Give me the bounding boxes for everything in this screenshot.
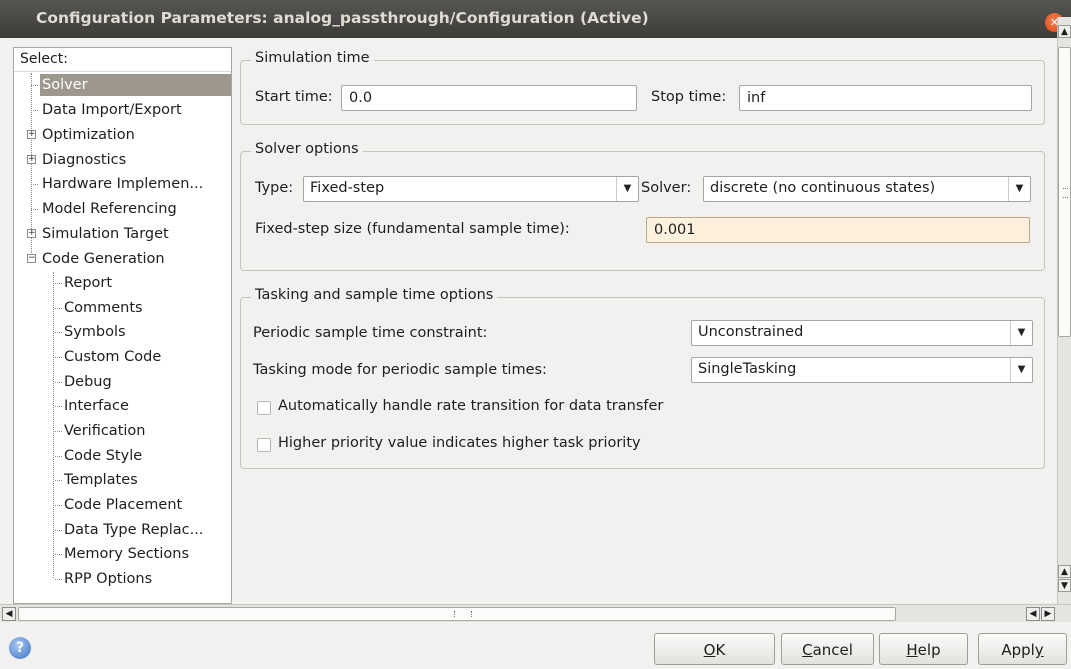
- periodic-constraint-combo[interactable]: Unconstrained ▼: [691, 320, 1033, 346]
- dialog-buttons: ? OK Cancel Help Apply: [0, 622, 1071, 669]
- collapse-icon[interactable]: −: [27, 254, 36, 263]
- solver-value: discrete (no continuous states): [710, 180, 936, 196]
- tree-item-memory-sections[interactable]: Memory Sections: [55, 543, 189, 565]
- vertical-scrollbar[interactable]: ▲ ▲ ▼: [1057, 17, 1071, 604]
- tasking-mode-label: Tasking mode for periodic sample times:: [253, 362, 547, 378]
- group-title: Tasking and sample time options: [251, 287, 498, 303]
- fixed-step-size-label: Fixed-step size (fundamental sample time…: [255, 221, 570, 237]
- scroll-left-icon[interactable]: ◀: [2, 607, 16, 621]
- ok-button[interactable]: OK: [654, 633, 775, 665]
- auto-rate-transition-label: Automatically handle rate transition for…: [278, 398, 664, 414]
- scroll-left-icon[interactable]: ◀: [1026, 607, 1040, 621]
- tree-item-data-type-replacement[interactable]: Data Type Replac...: [55, 519, 203, 541]
- tree-item-debug[interactable]: Debug: [55, 371, 112, 393]
- tree-item-diagnostics[interactable]: Diagnostics: [40, 149, 126, 171]
- type-value: Fixed-step: [310, 180, 385, 196]
- scrollbar-thumb[interactable]: [18, 607, 896, 621]
- tree-item-code-style[interactable]: Code Style: [55, 445, 142, 467]
- scrollbar-thumb[interactable]: [1058, 47, 1071, 337]
- chevron-down-icon: ▼: [616, 177, 638, 201]
- scroll-down-icon[interactable]: ▼: [1058, 579, 1071, 592]
- tree-header: Select:: [14, 48, 231, 72]
- tree-guide-line: [53, 272, 54, 578]
- tree-item-custom-code[interactable]: Custom Code: [55, 346, 161, 368]
- auto-rate-transition-checkbox[interactable]: [257, 401, 271, 415]
- tree-item-optimization[interactable]: Optimization: [40, 124, 135, 146]
- tasking-mode-combo[interactable]: SingleTasking ▼: [691, 357, 1033, 383]
- expand-icon[interactable]: +: [27, 130, 36, 139]
- tree-item-data-import-export[interactable]: Data Import/Export: [31, 99, 182, 121]
- periodic-constraint-label: Periodic sample time constraint:: [253, 325, 488, 341]
- solver-label: Solver:: [641, 180, 692, 196]
- tree-item-templates[interactable]: Templates: [55, 469, 138, 491]
- higher-priority-checkbox[interactable]: [257, 438, 271, 452]
- type-label: Type:: [255, 180, 294, 196]
- solver-combo[interactable]: discrete (no continuous states) ▼: [703, 176, 1031, 202]
- scroll-right-icon[interactable]: ▶: [1041, 607, 1055, 621]
- tasking-options-group: Tasking and sample time options Periodic…: [240, 287, 1045, 469]
- stop-time-input[interactable]: inf: [739, 85, 1032, 111]
- category-tree: Select: Solver Data Import/Export + Opti…: [13, 47, 232, 604]
- tree-item-code-generation[interactable]: Code Generation: [40, 248, 165, 270]
- cancel-button[interactable]: Cancel: [781, 633, 874, 665]
- horizontal-scrollbar[interactable]: ◀ ◀ ▶: [0, 604, 1071, 622]
- tasking-mode-value: SingleTasking: [698, 361, 797, 377]
- tree-item-comments[interactable]: Comments: [55, 297, 143, 319]
- chevron-down-icon: ▼: [1010, 321, 1032, 345]
- scroll-up-icon[interactable]: ▲: [1058, 25, 1071, 38]
- tree-item-interface[interactable]: Interface: [55, 395, 129, 417]
- start-time-label: Start time:: [255, 89, 333, 105]
- help-button[interactable]: Help: [879, 633, 968, 665]
- tree-item-rpp-options[interactable]: RPP Options: [55, 568, 152, 590]
- apply-button[interactable]: Apply: [978, 633, 1067, 665]
- chevron-down-icon: ▼: [1008, 177, 1030, 201]
- expand-icon[interactable]: +: [27, 229, 36, 238]
- tree-item-code-placement[interactable]: Code Placement: [55, 494, 182, 516]
- solver-options-group: Solver options Type: Fixed-step ▼ Solver…: [240, 141, 1045, 271]
- help-icon[interactable]: ?: [9, 637, 31, 659]
- tree-item-solver[interactable]: Solver: [31, 74, 231, 96]
- stop-time-label: Stop time:: [651, 89, 727, 105]
- tree-item-model-referencing[interactable]: Model Referencing: [31, 198, 177, 220]
- window-title: Configuration Parameters: analog_passthr…: [36, 9, 649, 27]
- settings-panel: Simulation time Start time: 0.0 Stop tim…: [232, 47, 1057, 604]
- simulation-time-group: Simulation time Start time: 0.0 Stop tim…: [240, 50, 1045, 125]
- title-bar: Configuration Parameters: analog_passthr…: [0, 0, 1071, 38]
- chevron-down-icon: ▼: [1010, 358, 1032, 382]
- tree-item-symbols[interactable]: Symbols: [55, 321, 126, 343]
- group-title: Simulation time: [251, 50, 374, 66]
- periodic-constraint-value: Unconstrained: [698, 324, 804, 340]
- scroll-up-icon[interactable]: ▲: [1058, 565, 1071, 578]
- fixed-step-size-input[interactable]: 0.001: [646, 217, 1030, 243]
- start-time-input[interactable]: 0.0: [341, 85, 637, 111]
- type-combo[interactable]: Fixed-step ▼: [303, 176, 639, 202]
- tree-item-verification[interactable]: Verification: [55, 420, 145, 442]
- expand-icon[interactable]: +: [27, 155, 36, 164]
- tree-item-simulation-target[interactable]: Simulation Target: [40, 223, 169, 245]
- tree-item-report[interactable]: Report: [55, 272, 112, 294]
- tree-item-hardware-implementation[interactable]: Hardware Implemen...: [31, 173, 203, 195]
- higher-priority-label: Higher priority value indicates higher t…: [278, 435, 641, 451]
- group-title: Solver options: [251, 141, 363, 157]
